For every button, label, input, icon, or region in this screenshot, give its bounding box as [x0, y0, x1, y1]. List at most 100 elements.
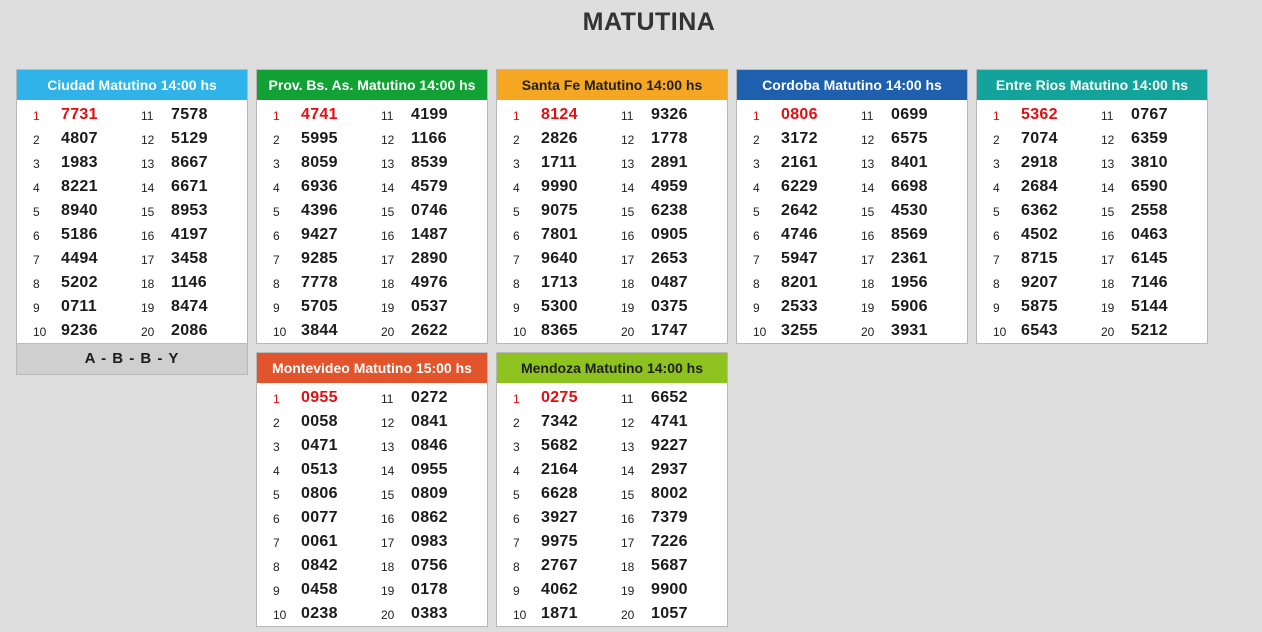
result-number: 7342 [541, 413, 578, 430]
result-row: 1 8124 11 9326 [497, 103, 727, 127]
position-number: 19 [861, 301, 875, 315]
position-number: 15 [861, 205, 875, 219]
result-row: 5 0806 15 0809 [257, 482, 487, 506]
result-number: 1487 [411, 226, 448, 243]
position-number: 8 [753, 277, 760, 291]
result-number: 2937 [651, 461, 688, 478]
result-number: 9227 [651, 437, 688, 454]
result-row: 9 0458 19 0178 [257, 578, 487, 602]
result-number: 0846 [411, 437, 448, 454]
result-row: 10 6543 20 5212 [977, 319, 1207, 343]
result-number: 6652 [651, 389, 688, 406]
result-number: 0463 [1131, 226, 1168, 243]
result-number: 8401 [891, 154, 928, 171]
result-number: 4976 [411, 274, 448, 291]
position-number: 7 [993, 253, 1000, 267]
result-number: 6590 [1131, 178, 1168, 195]
result-row: 10 0238 20 0383 [257, 602, 487, 626]
position-number: 17 [141, 253, 155, 267]
result-number: 9640 [541, 250, 578, 267]
result-number: 4741 [301, 106, 338, 123]
position-number: 17 [1101, 253, 1115, 267]
position-number: 16 [381, 229, 395, 243]
position-number: 5 [33, 205, 40, 219]
position-number: 17 [621, 536, 635, 550]
result-row: 5 6628 15 8002 [497, 482, 727, 506]
result-number: 0806 [301, 485, 338, 502]
result-row: 7 9975 17 7226 [497, 530, 727, 554]
result-row: 3 2161 13 8401 [737, 151, 967, 175]
position-number: 3 [993, 157, 1000, 171]
result-number: 5129 [171, 130, 208, 147]
result-row: 2 5995 12 1166 [257, 127, 487, 151]
result-number: 5995 [301, 130, 338, 147]
position-number: 17 [861, 253, 875, 267]
position-number: 5 [513, 205, 520, 219]
result-row: 5 4396 15 0746 [257, 199, 487, 223]
result-row: 5 6362 15 2558 [977, 199, 1207, 223]
result-number: 1778 [651, 130, 688, 147]
position-number: 19 [141, 301, 155, 315]
position-number: 8 [993, 277, 1000, 291]
result-number: 0842 [301, 557, 338, 574]
position-number: 18 [381, 560, 395, 574]
position-number: 8 [273, 560, 280, 574]
result-number: 1057 [651, 605, 688, 622]
result-number: 6145 [1131, 250, 1168, 267]
result-number: 4959 [651, 178, 688, 195]
result-number: 0841 [411, 413, 448, 430]
result-row: 8 8201 18 1956 [737, 271, 967, 295]
position-number: 18 [861, 277, 875, 291]
position-number: 3 [753, 157, 760, 171]
result-number: 0487 [651, 274, 688, 291]
position-number: 6 [513, 229, 520, 243]
position-number: 15 [141, 205, 155, 219]
position-number: 7 [753, 253, 760, 267]
position-number: 7 [513, 253, 520, 267]
position-number: 5 [993, 205, 1000, 219]
position-number: 2 [273, 416, 280, 430]
position-number: 11 [381, 109, 394, 123]
result-row: 7 4494 17 3458 [17, 247, 247, 271]
result-row: 3 5682 13 9227 [497, 434, 727, 458]
panel-ciudad: Ciudad Matutino 14:00 hs 1 7731 11 7578 2 480… [16, 69, 248, 375]
result-row: 9 5300 19 0375 [497, 295, 727, 319]
result-number: 5186 [61, 226, 98, 243]
position-number: 15 [621, 205, 635, 219]
result-number: 4199 [411, 106, 448, 123]
result-number: 0178 [411, 581, 448, 598]
result-row: 1 5362 11 0767 [977, 103, 1207, 127]
result-row: 10 9236 20 2086 [17, 319, 247, 343]
position-number: 7 [273, 253, 280, 267]
position-number: 8 [513, 277, 520, 291]
position-number: 2 [513, 133, 520, 147]
result-number: 1713 [541, 274, 578, 291]
result-number: 2361 [891, 250, 928, 267]
result-number: 5202 [61, 274, 98, 291]
result-row: 2 4807 12 5129 [17, 127, 247, 151]
result-number: 7074 [1021, 130, 1058, 147]
result-row: 6 5186 16 4197 [17, 223, 247, 247]
results-list: 1 4741 11 4199 2 5995 12 1166 3 8059 13 8539 4 6936 14… [257, 100, 487, 343]
position-number: 12 [861, 133, 875, 147]
result-number: 2890 [411, 250, 448, 267]
result-row: 3 1983 13 8667 [17, 151, 247, 175]
result-number: 3931 [891, 322, 928, 339]
position-number: 18 [1101, 277, 1115, 291]
position-number: 10 [273, 325, 287, 339]
position-number: 8 [513, 560, 520, 574]
position-number: 11 [1101, 109, 1114, 123]
position-number: 14 [861, 181, 875, 195]
result-row: 9 4062 19 9900 [497, 578, 727, 602]
results-list: 1 8124 11 9326 2 2826 12 1778 3 1711 13 2891 4 9990 14… [497, 100, 727, 343]
position-number: 14 [621, 464, 635, 478]
position-number: 14 [1101, 181, 1115, 195]
position-number: 7 [273, 536, 280, 550]
page-title: MATUTINA [582, 8, 716, 36]
results-list: 1 5362 11 0767 2 7074 12 6359 3 2918 13 3810 4 2684 14… [977, 100, 1207, 343]
result-number: 1711 [541, 154, 577, 171]
result-number: 8474 [171, 298, 208, 315]
position-number: 12 [141, 133, 155, 147]
result-number: 2533 [781, 298, 818, 315]
position-number: 2 [513, 416, 520, 430]
